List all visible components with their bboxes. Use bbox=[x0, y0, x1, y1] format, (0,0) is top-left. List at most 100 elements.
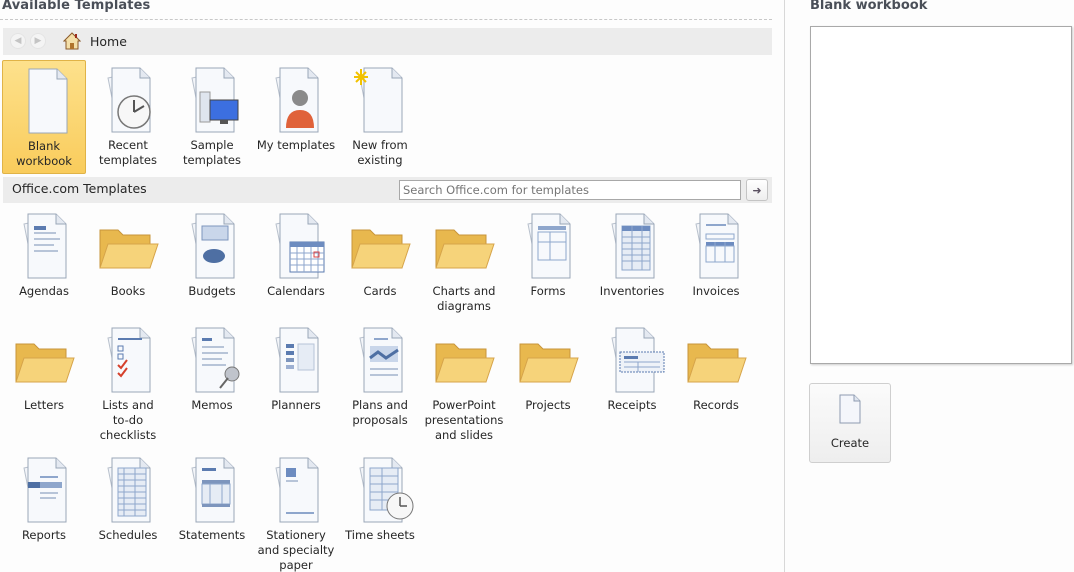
template-label-line: and specialty bbox=[257, 543, 335, 557]
template-tile-forms[interactable]: Forms bbox=[506, 206, 590, 299]
folder-icon bbox=[86, 206, 170, 284]
template-label-line: Letters bbox=[23, 398, 65, 412]
forward-button[interactable]: ▶ bbox=[30, 33, 46, 49]
template-label: Plans and proposals bbox=[338, 398, 422, 428]
template-label-line: paper bbox=[279, 558, 313, 572]
document-template-icon bbox=[590, 320, 674, 398]
template-label-line: Invoices bbox=[692, 284, 740, 298]
template-preview bbox=[810, 26, 1072, 364]
template-label: New from existing bbox=[338, 138, 422, 168]
template-tile-time-sheets[interactable]: Time sheets bbox=[338, 450, 422, 543]
template-tile-agendas[interactable]: Agendas bbox=[2, 206, 86, 299]
template-tile-memos[interactable]: Memos bbox=[170, 320, 254, 413]
template-tile-calendars[interactable]: Calendars bbox=[254, 206, 338, 299]
template-tile-planners[interactable]: Planners bbox=[254, 320, 338, 413]
template-label-line: presentations bbox=[424, 413, 504, 427]
template-label-line: existing bbox=[357, 153, 403, 167]
back-arrow-icon: ◀ bbox=[14, 36, 22, 46]
template-label-line: templates bbox=[183, 153, 241, 167]
template-label: Time sheets bbox=[338, 528, 422, 543]
template-label-line: Stationery bbox=[266, 528, 326, 542]
search-go-button[interactable]: ➜ bbox=[746, 179, 768, 201]
arrow-right-icon: ➜ bbox=[752, 183, 762, 197]
template-label: Calendars bbox=[254, 284, 338, 299]
template-label-line: to-do bbox=[112, 413, 144, 427]
blank-document-icon bbox=[3, 61, 87, 139]
template-tile-powerpoint-presentations-and-slides[interactable]: PowerPoint presentations and slides bbox=[422, 320, 506, 443]
template-tile-cards[interactable]: Cards bbox=[338, 206, 422, 299]
office-templates-title: Office.com Templates bbox=[12, 181, 147, 196]
template-tile-invoices[interactable]: Invoices bbox=[674, 206, 758, 299]
document-template-icon bbox=[2, 450, 86, 528]
template-label: Invoices bbox=[674, 284, 758, 299]
template-label-line: Lists and bbox=[102, 398, 154, 412]
home-icon[interactable] bbox=[63, 32, 81, 50]
template-label-line: diagrams bbox=[437, 299, 491, 313]
template-label-line: PowerPoint bbox=[432, 398, 496, 412]
my-templates-person-icon bbox=[254, 60, 338, 138]
home-breadcrumb[interactable]: Home bbox=[90, 34, 127, 49]
template-tile-records[interactable]: Records bbox=[674, 320, 758, 413]
template-tile-recent-templates[interactable]: Recent templates bbox=[86, 60, 170, 168]
template-label: Sample templates bbox=[170, 138, 254, 168]
preview-title: Blank workbook bbox=[810, 0, 928, 13]
template-label-line: Calendars bbox=[267, 284, 325, 298]
back-button[interactable]: ◀ bbox=[10, 33, 26, 49]
template-tile-charts-and-diagrams[interactable]: Charts and diagrams bbox=[422, 206, 506, 314]
template-tile-schedules[interactable]: Schedules bbox=[86, 450, 170, 543]
template-tile-new-from-existing[interactable]: New from existing bbox=[338, 60, 422, 168]
document-template-icon bbox=[254, 206, 338, 284]
recent-templates-clock-icon bbox=[86, 60, 170, 138]
template-tile-inventories[interactable]: Inventories bbox=[590, 206, 674, 299]
template-tile-sample-templates[interactable]: Sample templates bbox=[170, 60, 254, 168]
template-tile-letters[interactable]: Letters bbox=[2, 320, 86, 413]
template-label: Schedules bbox=[86, 528, 170, 543]
template-navigation-bar: ◀ ▶ Home bbox=[3, 28, 772, 55]
template-label: PowerPoint presentations and slides bbox=[422, 398, 506, 443]
template-label-line: Charts and bbox=[432, 284, 496, 298]
template-tile-my-templates[interactable]: My templates bbox=[254, 60, 338, 153]
template-tile-books[interactable]: Books bbox=[86, 206, 170, 299]
template-tile-receipts[interactable]: Receipts bbox=[590, 320, 674, 413]
template-label: Books bbox=[86, 284, 170, 299]
template-tile-projects[interactable]: Projects bbox=[506, 320, 590, 413]
template-label: Inventories bbox=[590, 284, 674, 299]
template-label: Planners bbox=[254, 398, 338, 413]
template-label: Projects bbox=[506, 398, 590, 413]
template-tile-blank-workbook[interactable]: Blank workbook bbox=[2, 60, 86, 174]
forward-arrow-icon: ▶ bbox=[34, 36, 42, 46]
document-template-icon bbox=[86, 320, 170, 398]
template-label: Statements bbox=[170, 528, 254, 543]
folder-icon bbox=[338, 206, 422, 284]
template-tile-reports[interactable]: Reports bbox=[2, 450, 86, 543]
document-template-icon bbox=[506, 206, 590, 284]
template-label-line: New from bbox=[352, 138, 408, 152]
document-template-icon bbox=[338, 320, 422, 398]
title-divider bbox=[0, 19, 772, 20]
template-label-line: Inventories bbox=[599, 284, 665, 298]
template-label-line: Blank bbox=[27, 139, 61, 153]
document-template-icon bbox=[254, 450, 338, 528]
office-template-search-input[interactable] bbox=[399, 180, 741, 200]
folder-icon bbox=[674, 320, 758, 398]
pane-divider bbox=[784, 0, 785, 572]
template-tile-plans-and-proposals[interactable]: Plans and proposals bbox=[338, 320, 422, 428]
document-template-icon bbox=[170, 450, 254, 528]
available-templates-pane: Available Templates ◀ ▶ Home Blank workbo… bbox=[0, 0, 772, 572]
template-label-line: Memos bbox=[191, 398, 233, 412]
template-label-line: workbook bbox=[16, 154, 72, 168]
template-label-line: templates bbox=[99, 153, 157, 167]
document-template-icon bbox=[590, 206, 674, 284]
template-tile-budgets[interactable]: Budgets bbox=[170, 206, 254, 299]
template-label: Budgets bbox=[170, 284, 254, 299]
template-tile-stationery-and-specialty-paper[interactable]: Stationery and specialty paper bbox=[254, 450, 338, 572]
template-label: Charts and diagrams bbox=[422, 284, 506, 314]
create-button[interactable]: Create bbox=[809, 383, 891, 463]
template-tile-statements[interactable]: Statements bbox=[170, 450, 254, 543]
document-template-icon bbox=[170, 206, 254, 284]
template-label: Stationery and specialty paper bbox=[254, 528, 338, 572]
template-label: Letters bbox=[2, 398, 86, 413]
folder-icon bbox=[422, 320, 506, 398]
folder-icon bbox=[422, 206, 506, 284]
template-tile-lists-and-to-do-checklists[interactable]: Lists and to-do checklists bbox=[86, 320, 170, 443]
